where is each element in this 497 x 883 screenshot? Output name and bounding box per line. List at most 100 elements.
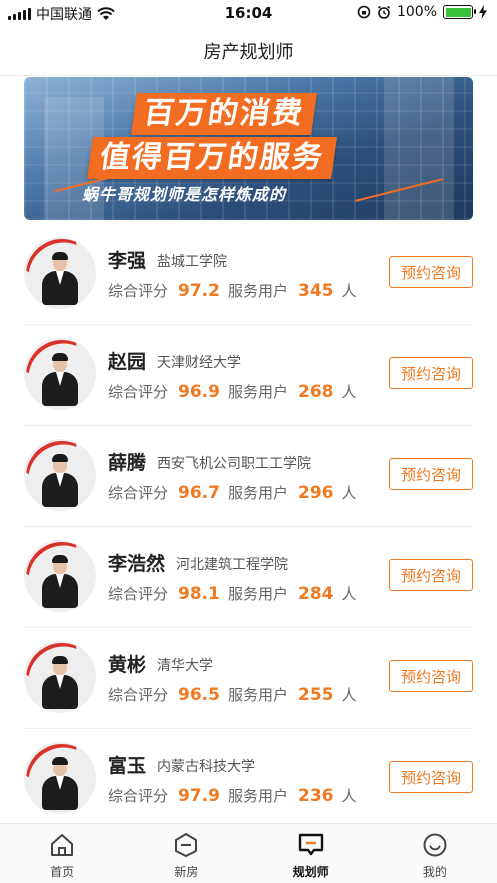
tab-planner-label: 规划师: [292, 865, 329, 879]
tab-home[interactable]: 首页: [0, 824, 124, 883]
tab-profile-label: 我的: [422, 865, 447, 879]
users-unit: 人: [341, 282, 357, 300]
planner-stats: 综合评分 97.2 服务用户 345 人: [108, 280, 357, 301]
battery-percent: 100%: [396, 4, 437, 20]
tab-profile[interactable]: 我的: [373, 824, 497, 883]
book-consultation-button[interactable]: 预约咨询: [389, 357, 473, 389]
planner-school: 天津财经大学: [157, 355, 241, 371]
avatar-hair: [52, 555, 68, 563]
banner-building: [384, 77, 454, 220]
users-unit: 人: [341, 383, 357, 401]
planner-avatar: [24, 237, 96, 309]
users-value: 268: [297, 382, 334, 402]
users-label: 服务用户: [227, 383, 288, 401]
users-unit: 人: [341, 686, 357, 704]
users-unit: 人: [341, 585, 357, 603]
book-consultation-button[interactable]: 预约咨询: [389, 660, 473, 692]
avatar-hair: [52, 454, 68, 462]
planner-name: 赵园: [108, 351, 147, 373]
planner-school: 河北建筑工程学院: [176, 557, 288, 573]
users-value: 284: [297, 584, 334, 604]
score-label: 综合评分: [108, 383, 169, 401]
score-label: 综合评分: [108, 282, 169, 300]
planner-avatar: [24, 439, 96, 511]
score-label: 综合评分: [108, 787, 169, 805]
page-title: 房产规划师: [203, 41, 294, 63]
tab-home-label: 首页: [50, 865, 75, 879]
banner-headline-2: 值得百万的服务: [87, 137, 337, 179]
planner-avatar: [24, 641, 96, 713]
users-label: 服务用户: [227, 282, 288, 300]
planner-avatar: [24, 742, 96, 814]
score-label: 综合评分: [108, 585, 169, 603]
users-value: 236: [297, 786, 334, 806]
planner-school: 西安飞机公司职工工学院: [157, 456, 311, 472]
score-label: 综合评分: [108, 686, 169, 704]
new-house-icon: [175, 833, 198, 857]
planner-name: 李强: [108, 250, 147, 272]
planner-name: 李浩然: [108, 553, 166, 575]
avatar-hair: [52, 353, 68, 361]
status-bar: 中国联通 16:04 100%: [0, 0, 497, 26]
planner-row[interactable]: 赵园 天津财经大学 综合评分 96.9 服务用户 268 人 预约咨询: [24, 325, 473, 426]
planner-name: 黄彬: [108, 654, 147, 676]
planner-row[interactable]: 李浩然 河北建筑工程学院 综合评分 98.1 服务用户 284 人 预约咨询: [24, 527, 473, 628]
planner-row[interactable]: 黄彬 清华大学 综合评分 96.5 服务用户 255 人 预约咨询: [24, 628, 473, 729]
users-unit: 人: [341, 787, 357, 805]
planner-school: 清华大学: [157, 658, 213, 674]
users-label: 服务用户: [227, 484, 288, 502]
planner-name: 薛腾: [108, 452, 147, 474]
book-consultation-button[interactable]: 预约咨询: [389, 458, 473, 490]
tab-new-house[interactable]: 新房: [124, 824, 248, 883]
score-value: 96.7: [178, 483, 220, 503]
score-value: 97.9: [178, 786, 220, 806]
battery-icon: [443, 5, 476, 19]
profile-icon: [423, 833, 447, 857]
planner-stats: 综合评分 96.5 服务用户 255 人: [108, 684, 357, 705]
promo-banner[interactable]: 百万的消费 值得百万的服务 蜗牛哥规划师是怎样炼成的: [24, 77, 473, 220]
score-label: 综合评分: [108, 484, 169, 502]
users-value: 255: [297, 685, 334, 705]
planner-stats: 综合评分 96.7 服务用户 296 人: [108, 482, 357, 503]
tab-new-house-label: 新房: [174, 865, 199, 879]
users-label: 服务用户: [227, 686, 288, 704]
home-icon: [51, 834, 74, 856]
status-right: 100%: [357, 4, 487, 20]
users-label: 服务用户: [227, 585, 288, 603]
book-consultation-button[interactable]: 预约咨询: [389, 761, 473, 793]
book-consultation-button[interactable]: 预约咨询: [389, 256, 473, 288]
users-unit: 人: [341, 484, 357, 502]
avatar-hair: [52, 656, 68, 664]
banner-headline-1: 百万的消费: [131, 93, 317, 135]
banner-subtitle: 蜗牛哥规划师是怎样炼成的: [82, 185, 287, 204]
planner-row[interactable]: 富玉 内蒙古科技大学 综合评分 97.9 服务用户 236 人 预约咨询: [24, 729, 473, 830]
planner-row[interactable]: 薛腾 西安飞机公司职工工学院 综合评分 96.7 服务用户 296 人 预约咨询: [24, 426, 473, 527]
nav-bar: 房产规划师: [0, 26, 497, 76]
score-value: 97.2: [178, 281, 220, 301]
users-value: 345: [297, 281, 334, 301]
tab-planner[interactable]: 规划师: [249, 824, 373, 883]
planner-stats: 综合评分 97.9 服务用户 236 人: [108, 785, 357, 806]
planner-row[interactable]: 李强 盐城工学院 综合评分 97.2 服务用户 345 人 预约咨询: [24, 224, 473, 325]
planner-list: 李强 盐城工学院 综合评分 97.2 服务用户 345 人 预约咨询 赵园 天津财经大学…: [0, 224, 497, 830]
planner-icon: [298, 833, 323, 856]
planner-stats: 综合评分 98.1 服务用户 284 人: [108, 583, 357, 604]
users-label: 服务用户: [227, 787, 288, 805]
avatar-hair: [52, 252, 68, 260]
planner-school: 盐城工学院: [157, 254, 227, 270]
screen: 中国联通 16:04 100% 房产规划师 百万的消费 值得百万的服务 蜗牛哥规…: [0, 0, 497, 883]
book-consultation-button[interactable]: 预约咨询: [389, 559, 473, 591]
alarm-icon: [378, 5, 390, 19]
avatar-hair: [52, 757, 68, 765]
orientation-lock-icon: [357, 5, 371, 19]
tab-bar: 首页 新房 规划师 我的: [0, 823, 497, 883]
users-value: 296: [297, 483, 334, 503]
score-value: 96.9: [178, 382, 220, 402]
planner-school: 内蒙古科技大学: [157, 759, 255, 775]
planner-stats: 综合评分 96.9 服务用户 268 人: [108, 381, 357, 402]
planner-avatar: [24, 540, 96, 612]
score-value: 98.1: [178, 584, 220, 604]
score-value: 96.5: [178, 685, 220, 705]
charging-icon: [479, 5, 487, 19]
planner-name: 富玉: [108, 755, 147, 777]
